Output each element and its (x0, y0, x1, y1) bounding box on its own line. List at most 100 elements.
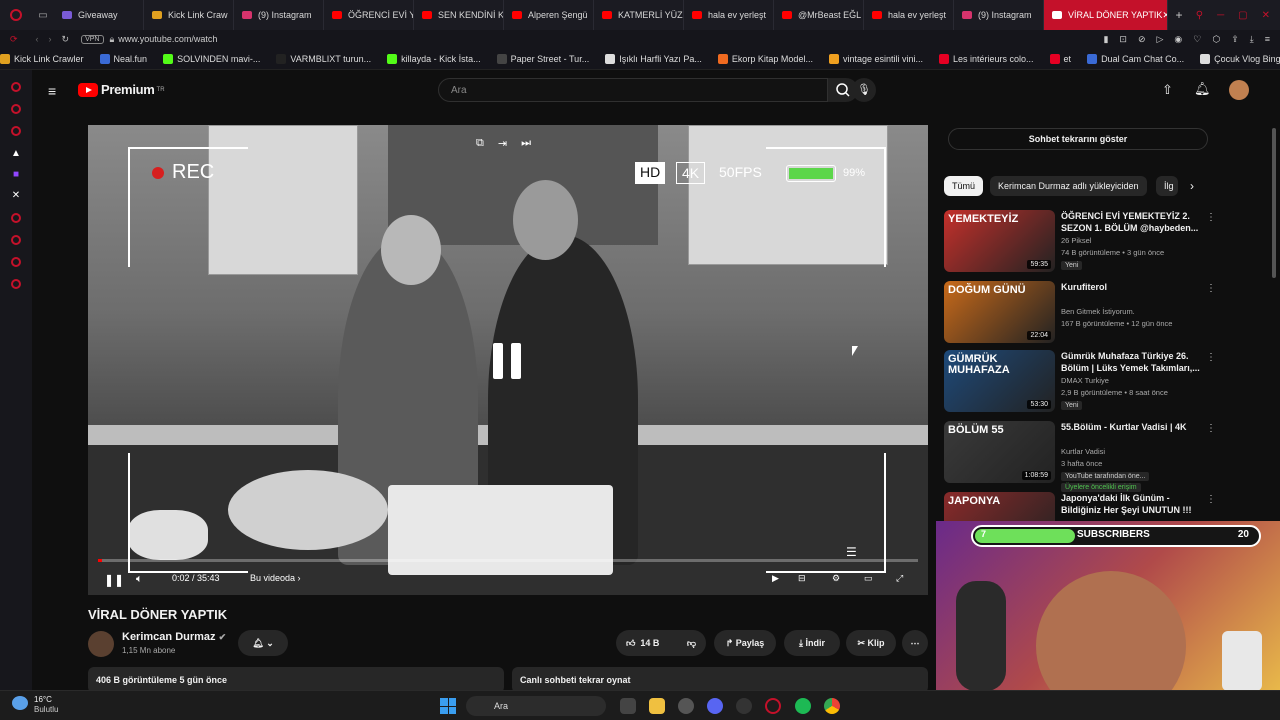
tab-0[interactable]: Giveaway (54, 0, 144, 30)
bookmark-item[interactable]: Les intérieurs colo... (939, 53, 1034, 64)
spotify-icon[interactable] (795, 698, 811, 714)
youtube-logo[interactable]: Premium TR (78, 82, 165, 97)
tab-10[interactable]: (9) Instagram (954, 0, 1044, 30)
video-thumbnail[interactable]: GÜMRÜK MUHAFAZA 53:30 (944, 350, 1055, 412)
tab-menu-icon[interactable]: ▭ (32, 0, 54, 30)
tab-active[interactable]: VİRAL DÖNER YAPTIK ✕ (1044, 0, 1168, 30)
bookmark-item[interactable]: VARMBLIXT turun... (276, 53, 371, 64)
sidebar-music-icon[interactable] (11, 213, 21, 223)
bookmark-item[interactable]: Paper Street - Tur... (496, 53, 589, 64)
theater-mode-icon[interactable]: ▭ (864, 573, 873, 584)
sidebar-history-icon[interactable] (11, 235, 21, 245)
tab-4[interactable]: SEN KENDİNİ K (414, 0, 504, 30)
tab-6[interactable]: KATMERLİ YÜZ (594, 0, 684, 30)
task-view-icon[interactable] (620, 698, 636, 714)
more-options-icon[interactable]: ⋮ (1206, 494, 1216, 505)
recommendation-channel[interactable]: Ben Gitmek İstiyorum. (1061, 307, 1135, 316)
tab-2[interactable]: (9) Instagram (234, 0, 324, 30)
clip-button[interactable]: ✂ Klip (846, 630, 896, 656)
recommendation-title[interactable]: ÖĞRENCİ EVİ YEMEKTEYİZ 2. SEZON 1. BÖLÜM… (1061, 210, 1201, 234)
camera-icon[interactable]: ◉ (1174, 34, 1182, 45)
volume-icon[interactable]: 🔈︎ (136, 573, 143, 586)
chapter-link[interactable]: Bu videoda › (250, 573, 301, 583)
video-thumbnail[interactable]: YEMEKTEYİZ 59:35 (944, 210, 1055, 272)
autoplay-toggle[interactable]: ▶ (772, 573, 779, 584)
download-button[interactable]: ⤓ İndir (784, 630, 840, 656)
tab-9[interactable]: hala ev yerleşt (864, 0, 954, 30)
new-tab-button[interactable]: + (1168, 8, 1190, 22)
big-pause-icon[interactable] (493, 343, 523, 379)
taskbar-search[interactable]: Ara (466, 696, 606, 716)
scrollbar[interactable] (1272, 128, 1276, 278)
recommendation-item[interactable]: DOĞUM GÜNÜ 22:04 Kurufiterol Ben Gitmek İst… (944, 281, 1216, 345)
search-input[interactable]: Ara (438, 78, 828, 102)
file-explorer-icon[interactable] (649, 698, 665, 714)
obs-icon[interactable] (736, 698, 752, 714)
subtitles-icon[interactable]: ⊟ (798, 573, 806, 584)
forward-icon[interactable]: › (49, 34, 52, 44)
share-button[interactable]: ↱ Paylaş (714, 630, 776, 656)
bookmark-item[interactable]: Neal.fun (99, 53, 147, 64)
start-windows-icon[interactable] (440, 698, 456, 714)
reload-sidebar-icon[interactable]: ⟳ (10, 34, 18, 45)
bookmark-item[interactable]: killayda - Kick İsta... (387, 53, 481, 64)
heart-icon[interactable]: ♡ (1193, 34, 1201, 45)
bookmark-item[interactable]: Ekorp Kitap Model... (717, 53, 813, 64)
extensions-icon[interactable]: ⬡ (1212, 34, 1220, 45)
sidebar-aria-icon[interactable] (11, 82, 21, 92)
recommendation-channel[interactable]: Kurtlar Vadisi (1061, 447, 1105, 456)
fullscreen-icon[interactable]: ⤢ (896, 573, 903, 584)
minimize-icon[interactable]: ─ (1217, 10, 1224, 21)
video-thumbnail[interactable]: DOĞUM GÜNÜ 22:04 (944, 281, 1055, 343)
recommendation-item[interactable]: GÜMRÜK MUHAFAZA 53:30 Gümrük Muhafaza Türk… (944, 350, 1216, 414)
progress-bar[interactable] (98, 559, 918, 562)
tab-3[interactable]: ÖĞRENCİ EVİ Y (324, 0, 414, 30)
channel-avatar[interactable] (88, 631, 114, 657)
sidebar-x-icon[interactable]: ✕ (0, 190, 32, 201)
sidebar-twitch-icon[interactable]: ■ (0, 169, 32, 180)
tab-8[interactable]: @MrBeast EĞL (774, 0, 864, 30)
sidebar-messenger-icon[interactable] (11, 104, 21, 114)
settings-app-icon[interactable] (678, 698, 694, 714)
recommendation-title[interactable]: Kurufiterol (1061, 281, 1201, 293)
hamburger-menu-icon[interactable]: ≡ (48, 83, 56, 99)
pin-icon[interactable]: ▮ (1103, 34, 1108, 45)
show-chat-replay-button[interactable]: Sohbet tekrarını göster (948, 128, 1208, 150)
notifications-bell-icon[interactable]: 🔔︎ (1194, 81, 1211, 97)
chip-related[interactable]: İlg (1156, 176, 1178, 196)
sidebar-settings-icon[interactable] (11, 279, 21, 289)
back-icon[interactable]: ‹ (36, 34, 39, 44)
avatar[interactable] (1229, 80, 1249, 100)
more-options-icon[interactable]: ⋮ (1206, 283, 1216, 294)
bookmark-item[interactable]: Dual Cam Chat Co... (1087, 53, 1184, 64)
like-button[interactable]: 👍︎ 14 B 👎︎ (616, 630, 706, 656)
chips-next-icon[interactable]: › (1190, 179, 1194, 193)
opera-logo-icon[interactable] (0, 0, 32, 30)
play-icon[interactable]: ▷ (1156, 34, 1163, 45)
tab-5[interactable]: Alperen Şengü (504, 0, 594, 30)
more-options-icon[interactable]: ⋮ (1206, 423, 1216, 434)
notification-bell-button[interactable]: 🔔︎ ⌄ (238, 630, 288, 656)
chrome-icon[interactable] (824, 698, 840, 714)
channel-name[interactable]: Kerimcan Durmaz ✔ (122, 631, 226, 643)
miniplayer-icon[interactable]: ⧉ (476, 137, 484, 150)
menu-icon[interactable]: ≡ (1265, 34, 1270, 45)
more-actions-button[interactable]: ⋯ (902, 630, 928, 656)
bookmark-item[interactable]: Kick Link Crawler (0, 53, 84, 64)
weather-icon[interactable] (12, 696, 28, 710)
bookmark-item[interactable]: Işıklı Harfli Yazı Pa... (605, 53, 702, 64)
share-icon[interactable]: ⇪ (1231, 34, 1239, 45)
chapters-icon[interactable]: ☰ (846, 545, 857, 559)
shield-icon[interactable]: ⊘ (1138, 34, 1146, 45)
voice-search-icon[interactable]: 🎙︎ (852, 78, 876, 102)
bookmark-item[interactable]: Çocuk Vlog Bingosu (1200, 53, 1280, 64)
chip-from-uploader[interactable]: Kerimcan Durmaz adlı yükleyiciden (990, 176, 1147, 196)
screenshot-icon[interactable]: ⊡ (1119, 34, 1127, 45)
sidebar-kick-icon[interactable]: ▲ (0, 148, 32, 159)
dislike-icon[interactable]: 👎︎ (687, 638, 696, 649)
recommendation-channel[interactable]: 26 Piksel (1061, 236, 1091, 245)
video-player[interactable]: REC HD 4K 50FPS 99% ⧉ ⇥ ⏭︎ ☰ ❚❚ 🔈︎ 0:02 … (88, 125, 928, 595)
recommendation-item[interactable]: YEMEKTEYİZ 59:35 ÖĞRENCİ EVİ YEMEKTEYİZ 2.… (944, 210, 1216, 274)
more-options-icon[interactable]: ⋮ (1206, 212, 1216, 223)
bookmark-item[interactable]: vintage esintili vini... (828, 53, 923, 64)
